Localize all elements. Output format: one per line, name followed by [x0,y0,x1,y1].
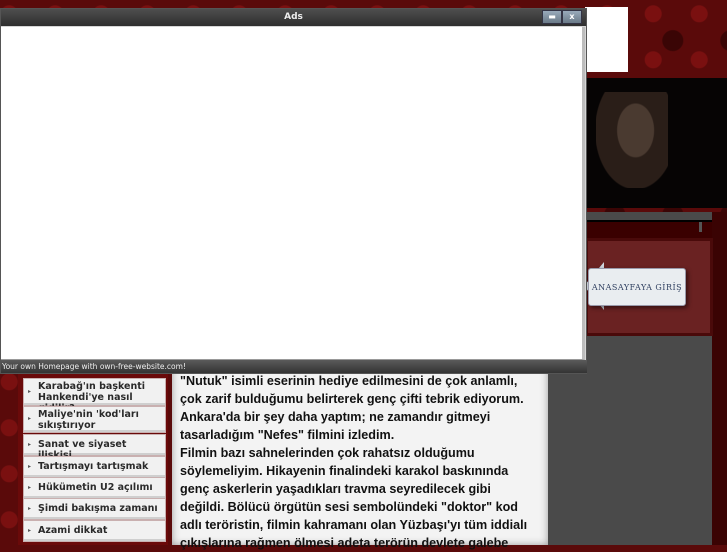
ads-window: Ads ▬ x Your own Homepage with own-free-… [0,8,587,374]
article-text: "Nutuk" isimli eserinin hediye edilmesin… [180,374,528,550]
menu-item-azami[interactable]: ▸ Azami dikkat [23,520,166,542]
bullet-icon: ▸ [28,441,32,448]
close-icon[interactable]: x [562,10,582,24]
right-panel-stripe [585,220,712,238]
menu-item-bakisma[interactable]: ▸ Şimdi bakışma zamanı [23,498,166,520]
window-controls: ▬ x [542,10,582,24]
banner-person-image [596,92,668,188]
scrollbar-mark [699,222,702,232]
menu-item-u2[interactable]: ▸ Hükümetin U2 açılımı [23,477,166,499]
minimize-icon[interactable]: ▬ [542,10,562,24]
ads-title: Ads [284,12,303,22]
anasayfa-label: ANASAYFAYA GİRİŞ [591,282,683,292]
article-side-shadow [548,360,585,545]
menu-item-label: Şimdi bakışma zamanı [38,503,158,514]
ads-title-bar[interactable]: Ads ▬ x [1,9,586,26]
bullet-icon: ▸ [28,527,32,534]
menu-item-sanat[interactable]: ▸ Sanat ve siyaset ilişkisi [23,434,166,461]
menu-item-label: Azami dikkat [38,525,108,536]
header-white-block [585,7,628,72]
menu-item-tartisma[interactable]: ▸ Tartışmayı tartışmak [23,456,166,478]
bullet-icon: ▸ [28,484,32,491]
right-edge [712,212,727,545]
bullet-icon: ▸ [28,388,32,395]
menu-item-label: Hükümetin U2 açılımı [38,482,153,493]
menu-item-maliye[interactable]: ▸ Maliye'nin 'kod'ları sıkıştırıyor [23,406,166,433]
ads-footer-link[interactable]: Your own Homepage with own-free-website.… [1,360,587,373]
bullet-icon: ▸ [28,505,32,512]
menu-item-karabag[interactable]: ▸ Karabağ'ın başkenti Hankendi'ye nasıl … [23,378,166,414]
bullet-icon: ▸ [28,415,32,422]
menu-item-label: Tartışmayı tartışmak [38,461,149,472]
anasayfa-button[interactable]: ANASAYFAYA GİRİŞ [588,268,686,306]
menu-item-label: Maliye'nin 'kod'ları sıkıştırıyor [38,409,139,431]
ads-content-area[interactable] [1,27,585,360]
bullet-icon: ▸ [28,463,32,470]
